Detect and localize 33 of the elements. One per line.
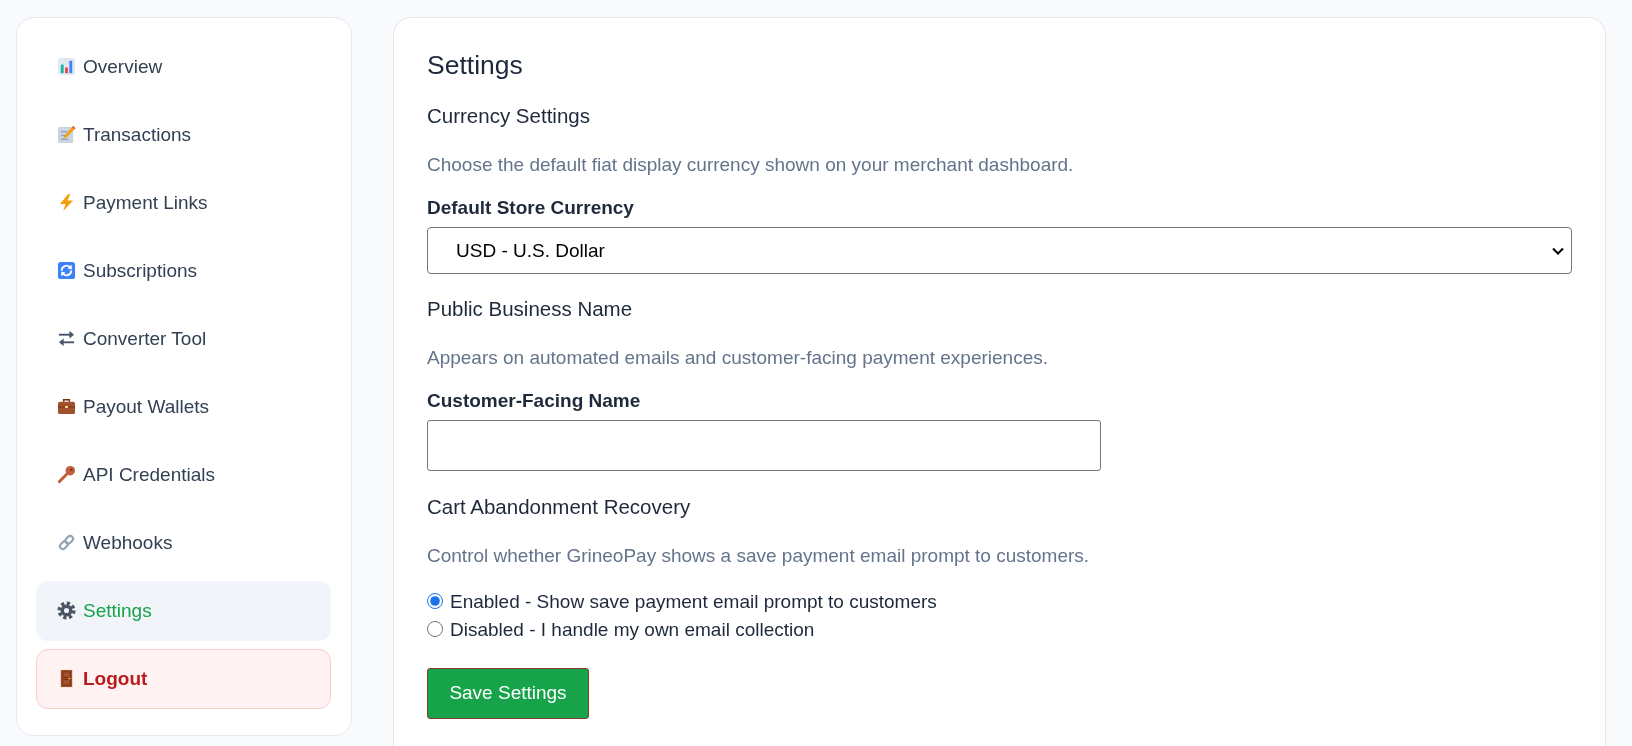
page-title: Settings — [427, 49, 524, 81]
field-label: Customer-Facing Name — [427, 388, 642, 412]
key-icon — [57, 465, 76, 485]
section-heading: Currency Settings — [427, 103, 591, 128]
briefcase-icon — [57, 397, 76, 417]
nav-item[interactable]: Converter Tool — [36, 309, 331, 369]
nav-item[interactable]: Subscriptions — [36, 241, 331, 301]
radio-label[interactable]: Disabled - I handle my own email collection — [450, 617, 815, 641]
exchange-arrows-icon — [57, 329, 76, 349]
sync-icon — [57, 261, 76, 281]
section-heading: Public Business Name — [427, 295, 634, 321]
section-heading: Cart Abandonment Recovery — [427, 494, 692, 519]
link-icon — [57, 533, 76, 553]
nav-item[interactable]: API Credentials — [36, 445, 331, 505]
nav-item[interactable]: Webhooks — [36, 513, 331, 573]
notepad-pencil-icon — [57, 125, 76, 145]
nav-item[interactable]: Payout Wallets — [36, 377, 331, 437]
section-description: Appears on automated emails and customer-facing payment experiences. — [427, 345, 1049, 369]
nav-item[interactable]: Transactions — [36, 105, 331, 165]
text-input[interactable] — [427, 419, 1101, 471]
field-label: Default Store Currency — [427, 196, 635, 219]
currency-select[interactable]: USD - U.S. Dollar — [427, 227, 1572, 274]
section-description: Control whether GrineoPay shows a save payment email prompt to customers. — [427, 544, 1091, 567]
section-description: Choose the default fiat display currency shown on your merchant dashboard. — [427, 153, 1075, 176]
chevron-down-icon — [1552, 246, 1564, 255]
nav-item[interactable]: Overview — [36, 37, 331, 97]
radio-label[interactable]: Enabled - Show save payment email prompt to customers — [450, 589, 937, 613]
gear-icon — [57, 601, 76, 621]
nav-item[interactable]: Payment Links — [36, 173, 331, 233]
radio-button[interactable] — [427, 621, 443, 637]
logout-button[interactable]: Logout — [36, 649, 331, 709]
bar-chart-icon — [57, 57, 76, 77]
radio-button[interactable] — [427, 593, 443, 609]
